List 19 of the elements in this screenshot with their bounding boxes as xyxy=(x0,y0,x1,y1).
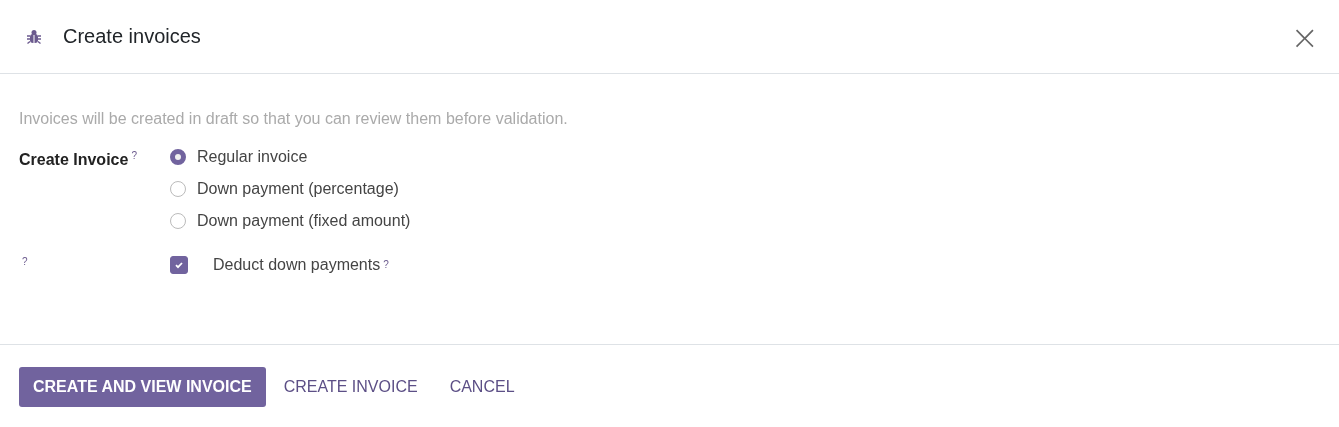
help-mark[interactable]: ? xyxy=(22,256,28,267)
action-button[interactable]: CANCEL xyxy=(435,367,529,407)
help-mark[interactable]: ? xyxy=(383,259,389,271)
checkbox-label[interactable]: Deduct down payments xyxy=(213,255,381,274)
action-button[interactable]: CREATE INVOICE xyxy=(269,367,432,407)
action-button[interactable]: CREATE AND VIEW INVOICE xyxy=(19,367,266,407)
radio-button[interactable] xyxy=(170,149,186,165)
radio-button[interactable] xyxy=(170,213,186,229)
close-button[interactable]: × xyxy=(1286,19,1323,54)
field-label: Create Invoice xyxy=(19,151,129,169)
option-label[interactable]: Down payment (fixed amount) xyxy=(197,212,411,230)
checkbox[interactable] xyxy=(170,255,188,274)
help-mark[interactable]: ? xyxy=(131,150,137,161)
intro-text: Invoices will be created in draft so that you can review them before validation. xyxy=(19,110,569,128)
radio-button[interactable] xyxy=(170,181,186,197)
option-label[interactable]: Regular invoice xyxy=(197,148,308,166)
bug-icon xyxy=(26,28,42,45)
dialog-title: Create invoices xyxy=(63,25,202,48)
option-label[interactable]: Down payment (percentage) xyxy=(197,180,399,198)
